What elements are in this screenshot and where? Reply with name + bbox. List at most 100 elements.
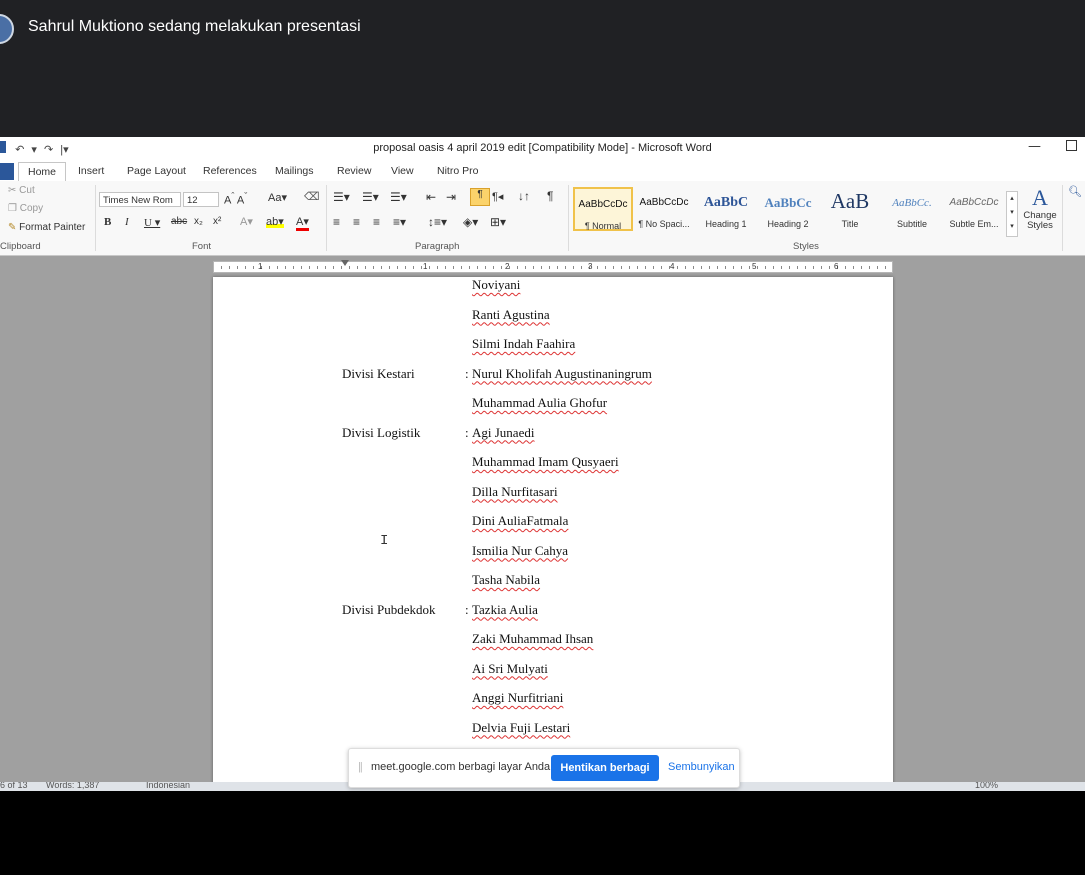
grow-shrink-font-icons[interactable]: Aˆ Aˇ xyxy=(224,191,247,207)
change-styles-icon: A xyxy=(1032,185,1048,210)
change-styles-button[interactable]: A Change Styles xyxy=(1022,185,1058,231)
format-painter-button[interactable]: ✎ Format Painter xyxy=(8,222,85,233)
style-name: Heading 1 xyxy=(705,219,747,229)
member-name: Dilla Nurfitasari xyxy=(472,483,558,499)
increase-indent-icon[interactable]: ⇥ xyxy=(446,190,456,204)
share-banner-text: meet.google.com berbagi layar Anda. xyxy=(371,761,554,773)
member-name: Ismilia Nur Cahya xyxy=(472,542,569,558)
multilevel-list-icon[interactable]: ☰▾ xyxy=(390,190,407,204)
ruler-number: 1 xyxy=(258,262,263,271)
minimize-button[interactable]: — xyxy=(1028,139,1041,154)
member-name: Tazkia Aulia xyxy=(472,601,538,617)
scissors-icon: ✂ xyxy=(8,185,17,196)
borders-icon[interactable]: ⊞▾ xyxy=(490,215,506,229)
status-language[interactable]: Indonesian xyxy=(146,782,190,790)
subscript-icon[interactable]: x₂ xyxy=(194,216,203,227)
change-case-icon[interactable]: Aa▾ xyxy=(268,191,287,204)
underline-icon[interactable]: U ▾ xyxy=(144,216,160,229)
label-colon: : xyxy=(465,424,469,440)
shading-icon[interactable]: ◈▾ xyxy=(463,215,478,229)
tab-insert[interactable]: Insert xyxy=(78,165,104,177)
paragraph-group-label: Paragraph xyxy=(415,241,460,252)
find-icon[interactable]: 🔍︎ xyxy=(1068,185,1082,198)
align-center-icon[interactable]: ≡ xyxy=(353,215,360,229)
font-size-combo[interactable]: 12 xyxy=(183,192,219,207)
superscript-icon[interactable]: x² xyxy=(213,216,221,227)
status-zoom[interactable]: 100% xyxy=(975,782,998,790)
tab-home[interactable]: Home xyxy=(18,162,66,181)
member-name: Muhammad Imam Qusyaeri xyxy=(472,454,619,469)
style-heading-2[interactable]: AaBbCc Heading 2 xyxy=(758,187,818,231)
show-paragraph-marks-icon[interactable]: ¶ xyxy=(547,189,553,203)
indent-marker[interactable] xyxy=(341,260,349,266)
ruler-number: 3 xyxy=(588,262,593,271)
drag-handle-icon[interactable]: || xyxy=(358,761,363,773)
stop-sharing-button[interactable]: Hentikan berbagi xyxy=(551,755,659,781)
font-color-icon[interactable]: A▾ xyxy=(296,215,309,231)
change-styles-label: Change Styles xyxy=(1023,210,1057,231)
screen-share-banner: || meet.google.com berbagi layar Anda. H… xyxy=(348,748,740,788)
style-normal[interactable]: AaBbCcDc ¶ Normal xyxy=(573,187,633,231)
cut-button[interactable]: ✂ Cut xyxy=(8,185,35,196)
file-tab[interactable] xyxy=(0,163,14,180)
style-no-spacing[interactable]: AaBbCcDc ¶ No Spaci... xyxy=(634,187,694,231)
line-spacing-icon[interactable]: ↕≡▾ xyxy=(428,215,447,229)
ruler-number: 4 xyxy=(670,262,675,271)
style-subtle-emphasis[interactable]: AaBbCcDc Subtle Em... xyxy=(944,187,1004,231)
bullets-icon[interactable]: ☰▾ xyxy=(333,190,350,204)
status-page-count[interactable]: 6 of 13 xyxy=(0,782,28,790)
align-right-icon[interactable]: ≡ xyxy=(373,215,380,229)
align-left-icon[interactable]: ≡ xyxy=(333,215,340,229)
hide-banner-link[interactable]: Sembunyikan xyxy=(668,761,735,773)
division-label: Divisi Logistik xyxy=(342,424,421,440)
italic-icon[interactable]: I xyxy=(125,216,129,228)
member-name: Tasha Nabila xyxy=(472,572,541,587)
horizontal-ruler[interactable]: 1 1 2 3 4 5 6 xyxy=(213,260,893,273)
tab-nitro-pro[interactable]: Nitro Pro xyxy=(437,165,478,177)
copy-icon: ❐ xyxy=(8,203,17,214)
word-window: ↶ ▾ ↷ |▾ proposal oasis 4 april 2019 edi… xyxy=(0,137,1085,791)
styles-scroll-icon[interactable]: ▴ ▾ ▾ xyxy=(1006,191,1018,237)
ltr-direction-icon[interactable]: ¶ xyxy=(470,188,490,206)
group-divider xyxy=(1062,185,1063,251)
text-effects-icon[interactable]: A▾ xyxy=(240,215,253,228)
member-name: Silmi Indah Faahira xyxy=(472,336,576,351)
copy-label: Copy xyxy=(19,203,44,214)
style-heading-1[interactable]: AaBbC Heading 1 xyxy=(696,187,756,231)
document-title: proposal oasis 4 april 2019 edit [Compat… xyxy=(373,142,712,154)
strikethrough-icon[interactable]: abc xyxy=(171,216,187,227)
highlight-icon[interactable]: ab▾ xyxy=(266,215,284,228)
numbering-icon[interactable]: ☰▾ xyxy=(362,190,379,204)
font-group-label: Font xyxy=(192,241,212,252)
clear-formatting-icon[interactable]: ⌫ xyxy=(304,190,320,203)
member-name: Anggi Nurfitriani xyxy=(472,690,564,705)
tab-page-layout[interactable]: Page Layout xyxy=(127,165,186,177)
style-subtitle[interactable]: AaBbCc. Subtitle xyxy=(882,187,942,231)
tab-view[interactable]: View xyxy=(391,165,414,177)
maximize-button[interactable] xyxy=(1066,140,1077,151)
style-sample: AaBbCc. xyxy=(892,197,932,209)
document-page[interactable]: Noviyani Ranti Agustina Silmi Indah Faahir… xyxy=(213,277,893,791)
style-title[interactable]: AaB Title xyxy=(820,187,880,231)
justify-icon[interactable]: ≡▾ xyxy=(393,215,406,229)
sort-icon[interactable]: ↓↑ xyxy=(518,189,530,203)
decrease-indent-icon[interactable]: ⇤ xyxy=(426,190,436,204)
status-word-count[interactable]: Words: 1,387 xyxy=(46,782,99,790)
style-sample: AaBbCcDc xyxy=(578,199,628,210)
rtl-direction-icon[interactable]: ¶◂ xyxy=(492,190,503,203)
group-divider xyxy=(95,185,96,251)
tab-review[interactable]: Review xyxy=(337,165,371,177)
font-face-combo[interactable]: Times New Rom xyxy=(99,192,181,207)
member-name: Ranti Agustina xyxy=(472,306,550,322)
bold-icon[interactable]: B xyxy=(104,216,111,228)
tab-mailings[interactable]: Mailings xyxy=(275,165,314,177)
paintbrush-icon: ✎ xyxy=(8,222,17,233)
group-divider xyxy=(326,185,327,251)
style-sample: AaBbCcDc xyxy=(639,197,689,208)
member-name: Delvia Fuji Lestari xyxy=(472,719,571,735)
style-name: Subtle Em... xyxy=(949,219,999,229)
copy-button[interactable]: ❐ Copy xyxy=(8,203,43,214)
ruler-number: 6 xyxy=(834,262,839,271)
meet-presenting-header: Sahrul Muktiono sedang melakukan present… xyxy=(0,0,1085,137)
tab-references[interactable]: References xyxy=(203,165,257,177)
